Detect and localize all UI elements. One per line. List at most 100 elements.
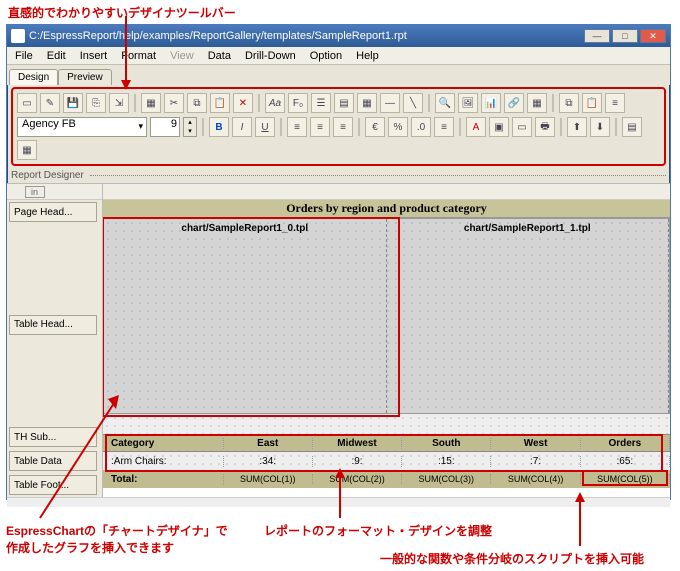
page-head-button[interactable]: Page Head...	[9, 202, 97, 222]
table-data-button[interactable]: Table Data	[9, 451, 97, 471]
titlebar: C:/EspressReport/help/examples/ReportGal…	[7, 25, 670, 47]
menu-option[interactable]: Option	[304, 49, 348, 63]
cut-icon[interactable]: ✂	[164, 93, 184, 113]
table-head-button[interactable]: Table Head...	[9, 315, 97, 335]
table-header-row[interactable]: Category East Midwest South West Orders	[103, 434, 670, 452]
move-down-icon[interactable]: ⬇	[590, 117, 610, 137]
tab-design[interactable]: Design	[9, 69, 58, 85]
formula-icon[interactable]: F₀	[288, 93, 308, 113]
currency-icon[interactable]: €	[365, 117, 385, 137]
align-right-icon[interactable]: ≡	[333, 117, 353, 137]
statusbar	[7, 497, 670, 507]
bg-color-icon[interactable]: ▣	[489, 117, 509, 137]
menu-format[interactable]: Format	[115, 49, 162, 63]
chart-0-label: chart/SampleReport1_0.tpl	[104, 219, 386, 234]
table-data-row[interactable]: :Arm Chairs: :34: :9: :15: :7: :65:	[103, 452, 670, 470]
cell-category: :Arm Chairs:	[103, 456, 224, 467]
chart-icon[interactable]: 📊	[481, 93, 501, 113]
sum-1: SUM(COL(1))	[224, 474, 313, 484]
menu-view[interactable]: View	[164, 49, 200, 63]
bold-icon[interactable]: B	[209, 117, 229, 137]
window-title: C:/EspressReport/help/examples/ReportGal…	[29, 30, 584, 42]
menu-data[interactable]: Data	[202, 49, 237, 63]
app-icon	[11, 29, 25, 43]
preview-icon[interactable]: ▦	[17, 140, 37, 160]
percent-icon[interactable]: %	[388, 117, 408, 137]
saveas-icon[interactable]: ⎘	[86, 93, 106, 113]
print-icon[interactable]: 🖶	[535, 117, 555, 137]
cell-south: :15:	[402, 456, 491, 467]
export-icon[interactable]: ⇲	[109, 93, 129, 113]
app-window: C:/EspressReport/help/examples/ReportGal…	[6, 24, 671, 500]
annotation-top: 直感的でわかりやすいデザイナツールバー	[8, 4, 236, 21]
table-icon[interactable]: ▦	[527, 93, 547, 113]
image-icon[interactable]: 🖼	[458, 93, 478, 113]
list-icon[interactable]: ☰	[311, 93, 331, 113]
separator-icon	[552, 94, 554, 112]
border-icon[interactable]: ▭	[512, 117, 532, 137]
menu-file[interactable]: File	[9, 49, 39, 63]
copy-icon[interactable]: ⧉	[187, 93, 207, 113]
canvas[interactable]: Orders by region and product category ch…	[103, 200, 670, 488]
chart-0[interactable]: chart/SampleReport1_0.tpl	[104, 219, 387, 413]
font-color-icon[interactable]: A	[466, 117, 486, 137]
tab-preview[interactable]: Preview	[58, 69, 112, 85]
chart-1-label: chart/SampleReport1_1.tpl	[387, 219, 669, 234]
paste2-icon[interactable]: 📋	[582, 93, 602, 113]
separator-icon	[258, 94, 260, 112]
cell-east: :34:	[224, 456, 313, 467]
th-sub-button[interactable]: TH Sub...	[9, 427, 97, 447]
toolbar-row-1: ▭ ✎ 💾 ⎘ ⇲ ▦ ✂ ⧉ 📋 ✕ Aa F₀ ☰ ▤ ▦ ― ╲ 🔍 🖼 …	[15, 91, 662, 115]
separator-icon	[428, 94, 430, 112]
tab-strip: Design Preview	[7, 65, 670, 85]
menubar: File Edit Insert Format View Data Drill-…	[7, 47, 670, 65]
line-icon[interactable]: ╲	[403, 93, 423, 113]
paste-icon[interactable]: 📋	[210, 93, 230, 113]
italic-icon[interactable]: I	[232, 117, 252, 137]
col-south: South	[402, 438, 491, 449]
menu-drilldown[interactable]: Drill-Down	[239, 49, 302, 63]
menu-help[interactable]: Help	[350, 49, 385, 63]
underline-icon[interactable]: U	[255, 117, 275, 137]
add-formula-icon[interactable]: ≡	[434, 117, 454, 137]
delete-icon[interactable]: ✕	[233, 93, 253, 113]
annotation-right: 一般的な関数や条件分岐のスクリプトを挿入可能	[380, 550, 644, 567]
align-icon[interactable]: ▦	[357, 93, 377, 113]
zoom-icon[interactable]: 🔍	[435, 93, 455, 113]
font-select[interactable]: Agency FB	[17, 117, 147, 137]
align-left-icon[interactable]: ≡	[287, 117, 307, 137]
separator-icon	[202, 118, 204, 136]
menu-edit[interactable]: Edit	[41, 49, 72, 63]
close-button[interactable]: ✕	[640, 29, 666, 43]
grid-icon[interactable]: ▤	[334, 93, 354, 113]
chart-placeholder-area[interactable]: chart/SampleReport1_0.tpl chart/SampleRe…	[103, 218, 670, 414]
text-icon[interactable]: Aa	[265, 93, 285, 113]
font-size-input[interactable]: 9	[150, 117, 180, 137]
script-icon[interactable]: ≡	[605, 93, 625, 113]
page-setup-icon[interactable]: ▤	[622, 117, 642, 137]
size-spinner[interactable]: ▴▾	[183, 117, 197, 137]
table-total-row[interactable]: Total: SUM(COL(1)) SUM(COL(2)) SUM(COL(3…	[103, 470, 670, 488]
workarea: in Page Head... Table Head... TH Sub... …	[7, 183, 670, 497]
report-title-band[interactable]: Orders by region and product category	[103, 200, 670, 218]
new-icon[interactable]: ▭	[17, 93, 37, 113]
canvas-wrap: Orders by region and product category ch…	[103, 184, 670, 497]
table-foot-button[interactable]: Table Foot...	[9, 475, 97, 495]
col-category: Category	[103, 438, 224, 449]
chart-1[interactable]: chart/SampleReport1_1.tpl	[387, 219, 670, 413]
link-icon[interactable]: 🔗	[504, 93, 524, 113]
hrule-icon[interactable]: ―	[380, 93, 400, 113]
separator-icon	[560, 118, 562, 136]
move-up-icon[interactable]: ⬆	[567, 117, 587, 137]
open-icon[interactable]: ✎	[40, 93, 60, 113]
maximize-button[interactable]: □	[612, 29, 638, 43]
align-center-icon[interactable]: ≡	[310, 117, 330, 137]
minimize-button[interactable]: —	[584, 29, 610, 43]
select-icon[interactable]: ▦	[141, 93, 161, 113]
separator-icon	[615, 118, 617, 136]
copy2-icon[interactable]: ⧉	[559, 93, 579, 113]
precision-icon[interactable]: .0	[411, 117, 431, 137]
cell-midwest: :9:	[313, 456, 402, 467]
save-icon[interactable]: 💾	[63, 93, 83, 113]
menu-insert[interactable]: Insert	[74, 49, 114, 63]
